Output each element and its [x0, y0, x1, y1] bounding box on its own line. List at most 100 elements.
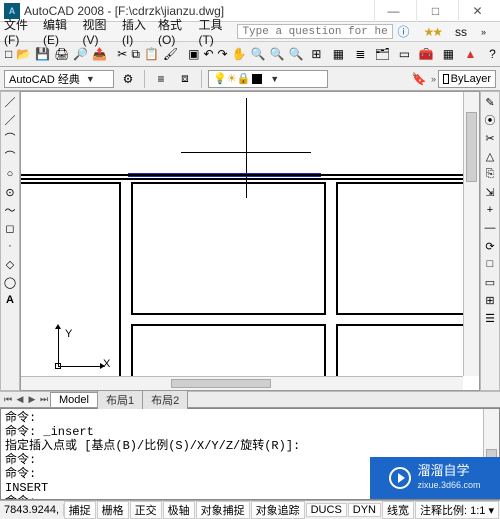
- paste-button[interactable]: 📋: [143, 44, 160, 64]
- line-tool[interactable]: ／: [2, 94, 18, 110]
- hatch-tool[interactable]: ◇: [2, 256, 18, 272]
- tab-nav-first[interactable]: ⏮: [2, 394, 14, 405]
- plot-preview-button[interactable]: 🔎: [72, 44, 89, 64]
- offset-tool[interactable]: △: [482, 148, 498, 164]
- rotate-tool[interactable]: +: [482, 202, 498, 218]
- new-button[interactable]: □: [4, 44, 13, 64]
- copy-tool[interactable]: ⦿: [482, 112, 498, 128]
- save-button[interactable]: 💾: [34, 44, 51, 64]
- snap-toggle[interactable]: 捕捉: [64, 501, 96, 519]
- tab-model[interactable]: Model: [50, 392, 98, 407]
- layer-filter-button[interactable]: ⧈: [175, 69, 195, 89]
- array-tool[interactable]: ⎘: [482, 166, 498, 182]
- menu-edit[interactable]: 编辑(E): [43, 16, 72, 47]
- ellipse-tool[interactable]: ·: [2, 238, 18, 254]
- polar-toggle[interactable]: 极轴: [163, 501, 195, 519]
- arc-tool[interactable]: ⊙: [2, 184, 18, 200]
- info-icon[interactable]: ⓘ: [397, 23, 409, 40]
- ucs-x-label: X: [103, 358, 110, 370]
- sheet-button[interactable]: ▭: [394, 44, 414, 64]
- separator: [144, 70, 145, 88]
- watermark-url: zixue.3d66.com: [417, 478, 480, 492]
- menu-format[interactable]: 格式(O): [158, 16, 188, 47]
- polyline-tool[interactable]: ⌒: [2, 130, 18, 146]
- polygon-tool[interactable]: ⌒: [2, 148, 18, 164]
- horizontal-scrollbar[interactable]: [21, 376, 463, 390]
- otrack-toggle[interactable]: 对象追踪: [251, 501, 305, 519]
- block-button[interactable]: ▣: [187, 44, 200, 64]
- color-combo[interactable]: ByLayer: [438, 70, 496, 88]
- circle-tool[interactable]: ～: [2, 202, 18, 218]
- maximize-button[interactable]: □: [416, 0, 454, 22]
- fillet-tool[interactable]: ☰: [482, 310, 498, 326]
- lwt-toggle[interactable]: 线宽: [382, 501, 414, 519]
- text-A-tool[interactable]: A: [2, 292, 18, 308]
- tab-layout2[interactable]: 布局2: [142, 390, 188, 409]
- pan-button[interactable]: ✋: [231, 44, 248, 64]
- workspace-settings-button[interactable]: ⚙: [118, 69, 138, 89]
- xline-tool[interactable]: ／: [2, 112, 18, 128]
- drawing-canvas[interactable]: Y X: [21, 92, 479, 390]
- draw-toolbar: ／ ／ ⌒ ⌒ ○ ⊙ ～ ◻ · ◇ ◯ A: [0, 91, 20, 391]
- zoom-button[interactable]: 🔍: [250, 44, 267, 64]
- redo-button[interactable]: ↷: [217, 44, 229, 64]
- move-tool[interactable]: ⇲: [482, 184, 498, 200]
- menu-view[interactable]: 视图(V): [82, 16, 111, 47]
- calc-button[interactable]: ▦: [438, 44, 458, 64]
- rectangle-tool[interactable]: ○: [2, 166, 18, 182]
- erase-tool[interactable]: ✎: [482, 94, 498, 110]
- tab-nav-last[interactable]: ⏭: [38, 394, 50, 405]
- ducs-toggle[interactable]: DUCS: [306, 503, 347, 517]
- match-button[interactable]: 🖌: [162, 44, 179, 64]
- table-button[interactable]: ▦: [328, 44, 348, 64]
- annoscale-icon[interactable]: 🔖: [409, 69, 429, 89]
- markup-button[interactable]: ▲: [460, 44, 480, 64]
- undo-button[interactable]: ↶: [202, 44, 214, 64]
- help-search-input[interactable]: [237, 24, 393, 39]
- menu-tools[interactable]: 工具(T): [198, 16, 227, 47]
- extend-tool[interactable]: ▭: [482, 274, 498, 290]
- zoom-window-button[interactable]: 🔍: [269, 44, 286, 64]
- print-button[interactable]: 🖨: [53, 44, 70, 64]
- layer-button[interactable]: ≣: [350, 44, 370, 64]
- tab-layout1[interactable]: 布局1: [97, 390, 143, 409]
- cut-button[interactable]: ✂: [116, 44, 128, 64]
- overflow-icon[interactable]: »: [431, 74, 436, 84]
- dyn-toggle[interactable]: DYN: [348, 503, 381, 517]
- vertical-scrollbar[interactable]: [463, 92, 479, 376]
- spline-tool[interactable]: ◻: [2, 220, 18, 236]
- mirror-tool[interactable]: ✂: [482, 130, 498, 146]
- ortho-toggle[interactable]: 正交: [130, 501, 162, 519]
- tab-nav-prev[interactable]: ◀: [14, 394, 26, 405]
- grid-toggle[interactable]: 栅格: [97, 501, 129, 519]
- menu-insert[interactable]: 插入(I): [122, 16, 148, 47]
- minimize-button[interactable]: —: [374, 0, 412, 22]
- workspace-combo[interactable]: AutoCAD 经典 ▼: [4, 70, 114, 88]
- comm-center-icon[interactable]: ★★: [423, 25, 441, 39]
- layout-tabs: ⏮ ◀ ▶ ⏭ Model 布局1 布局2: [0, 391, 500, 408]
- publish-button[interactable]: 📤: [91, 44, 108, 64]
- close-button[interactable]: ✕: [458, 0, 496, 22]
- copy-button[interactable]: ⧉: [130, 44, 141, 64]
- properties-button[interactable]: 🗂: [372, 44, 392, 64]
- menu-file[interactable]: 文件(F): [4, 16, 33, 47]
- layer-props-button[interactable]: ≡: [151, 69, 171, 89]
- open-button[interactable]: 📂: [15, 44, 32, 64]
- dim-button[interactable]: ⊞: [306, 44, 326, 64]
- break-tool[interactable]: ⊞: [482, 292, 498, 308]
- room: [131, 182, 326, 315]
- bulb-icon: 💡: [213, 72, 227, 85]
- menu-overflow-icon[interactable]: »: [481, 27, 486, 37]
- anno-scale[interactable]: 注释比例: 1:1 ▾: [415, 501, 499, 519]
- help-button[interactable]: ?: [482, 44, 500, 64]
- zoom-prev-button[interactable]: 🔍: [287, 44, 304, 64]
- tab-nav-next[interactable]: ▶: [26, 394, 38, 405]
- scale-tool[interactable]: —: [482, 220, 498, 236]
- layer-combo[interactable]: 💡 ☀ 🔒 ▼: [208, 70, 328, 88]
- point-tool[interactable]: ◯: [2, 274, 18, 290]
- osnap-toggle[interactable]: 对象捕捉: [196, 501, 250, 519]
- status-bar: 7843.9244, 15908.6186, 0.0000 捕捉 栅格 正交 极…: [0, 500, 500, 519]
- stretch-tool[interactable]: ⟳: [482, 238, 498, 254]
- trim-tool[interactable]: □: [482, 256, 498, 272]
- tool-palette-button[interactable]: 🧰: [416, 44, 436, 64]
